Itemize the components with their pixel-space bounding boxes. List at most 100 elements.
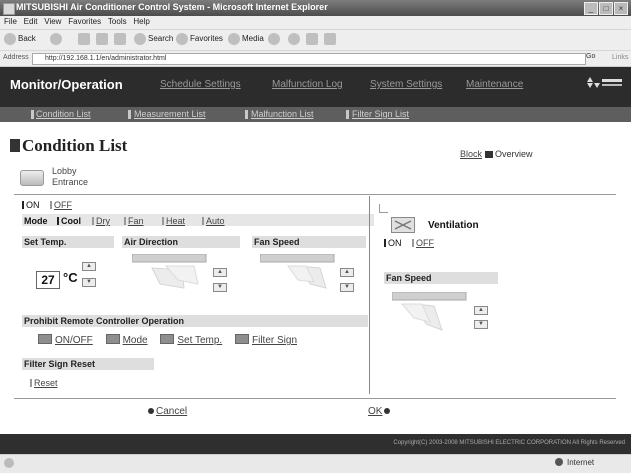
direction-up-button[interactable]: ▲ <box>213 268 227 277</box>
fan-up-button[interactable]: ▲ <box>340 268 354 277</box>
mode-cool[interactable]: Cool <box>57 216 81 226</box>
direction-down-button[interactable]: ▼ <box>213 283 227 292</box>
browser-toolbar: Back Search Favorites Media <box>0 30 631 51</box>
edit-button[interactable] <box>324 33 338 45</box>
block-view-link[interactable]: Block <box>460 149 482 159</box>
prohibit-filter-sign[interactable]: Filter Sign <box>234 334 297 346</box>
stop-button[interactable] <box>78 33 92 45</box>
subnav-filter-sign-list[interactable]: Filter Sign List <box>352 109 409 119</box>
address-bar: Address http://192.168.1.1/en/administra… <box>0 51 631 67</box>
on-marker <box>22 201 24 209</box>
app-title: Monitor/Operation <box>10 77 123 92</box>
maximize-icon[interactable]: □ <box>599 2 613 15</box>
temp-down-button[interactable]: ▼ <box>82 278 96 287</box>
search-icon <box>134 33 146 45</box>
subnav-marker <box>245 110 248 119</box>
menu-bar: File Edit View Favorites Tools Help <box>0 16 631 30</box>
window-controls: _ □ × <box>583 2 628 15</box>
footer-divider <box>14 398 616 399</box>
history-icon <box>268 33 280 45</box>
close-icon[interactable]: × <box>614 2 628 15</box>
nav-malfunction-log[interactable]: Malfunction Log <box>272 79 343 90</box>
subnav-measurement-list[interactable]: Measurement List <box>134 109 206 119</box>
filter-reset-button[interactable]: Reset <box>30 378 58 388</box>
prohibit-onoff[interactable]: ON/OFF <box>38 334 93 346</box>
divider <box>14 194 616 195</box>
mode-fan[interactable]: Fan <box>124 216 144 226</box>
menu-favorites[interactable]: Favorites <box>68 17 101 26</box>
prohibit-mode[interactable]: Mode <box>105 334 148 346</box>
subnav-malfunction-list[interactable]: Malfunction List <box>251 109 314 119</box>
checkbox-icon <box>160 334 175 344</box>
cancel-button[interactable]: Cancel <box>148 406 187 417</box>
temp-up-button[interactable]: ▲ <box>82 262 96 271</box>
media-button[interactable]: Media <box>228 33 264 45</box>
home-button[interactable] <box>114 33 128 45</box>
go-button[interactable]: Go <box>586 53 595 60</box>
address-label: Address <box>3 54 29 61</box>
mode-marker <box>202 217 204 225</box>
vent-fan-up-button[interactable]: ▲ <box>474 306 488 315</box>
back-arrow-icon <box>4 33 16 45</box>
print-button[interactable] <box>306 33 320 45</box>
window-titlebar: MITSUBISHI Air Conditioner Control Syste… <box>0 0 631 16</box>
mode-heat[interactable]: Heat <box>162 216 185 226</box>
address-input[interactable]: http://192.168.1.1/en/administrator.html <box>32 53 586 65</box>
mode-auto[interactable]: Auto <box>202 216 225 226</box>
menu-tools[interactable]: Tools <box>108 17 127 26</box>
sub-nav: Condition List Measurement List Malfunct… <box>0 107 631 122</box>
ok-button[interactable]: OK <box>368 406 392 417</box>
subnav-condition-list[interactable]: Condition List <box>36 109 91 119</box>
stop-icon <box>78 33 90 45</box>
overview-label: Overview <box>495 149 533 159</box>
nav-system-settings[interactable]: System Settings <box>370 79 442 90</box>
minimize-icon[interactable]: _ <box>584 2 598 15</box>
mitsubishi-logo-icon <box>584 74 624 96</box>
vent-on[interactable]: ON <box>388 238 402 248</box>
ie-icon <box>3 3 15 15</box>
nav-schedule-settings[interactable]: Schedule Settings <box>160 79 241 90</box>
unit-name-line1: Lobby <box>52 166 77 176</box>
vent-off[interactable]: OFF <box>416 238 434 248</box>
mail-button[interactable] <box>288 33 302 45</box>
prohibit-set-temp[interactable]: Set Temp. <box>160 334 222 346</box>
search-button[interactable]: Search <box>134 33 173 45</box>
menu-view[interactable]: View <box>44 17 61 26</box>
prohibit-options: ON/OFF Mode Set Temp. Filter Sign <box>38 334 297 346</box>
globe-icon <box>555 458 563 466</box>
mode-marker <box>162 217 164 225</box>
subnav-marker <box>31 110 34 119</box>
air-direction-header: Air Direction <box>122 236 240 248</box>
fan-down-button[interactable]: ▼ <box>340 283 354 292</box>
off-marker <box>412 239 415 247</box>
favorites-button[interactable]: Favorites <box>176 33 223 45</box>
refresh-icon <box>96 33 108 45</box>
ventilation-title: Ventilation <box>428 220 479 231</box>
mode-dry[interactable]: Dry <box>92 216 110 226</box>
star-icon <box>176 33 188 45</box>
nav-maintenance[interactable]: Maintenance <box>466 79 523 90</box>
set-temp-value: 27 <box>36 271 60 289</box>
vent-fan-speed-header: Fan Speed <box>384 272 498 284</box>
cancel-bullet-icon <box>148 408 154 414</box>
menu-help[interactable]: Help <box>133 17 149 26</box>
temp-unit: °C <box>63 270 78 285</box>
power-toggle: ON OFF <box>22 200 72 210</box>
power-on[interactable]: ON <box>26 200 40 210</box>
vent-fan-down-button[interactable]: ▼ <box>474 320 488 329</box>
home-icon <box>114 33 126 45</box>
history-button[interactable] <box>268 33 282 45</box>
refresh-button[interactable] <box>96 33 110 45</box>
unit-name-line2: Entrance <box>52 177 89 187</box>
ok-bullet-icon <box>384 408 391 414</box>
ventilation-divider <box>369 196 370 394</box>
power-off[interactable]: OFF <box>54 200 72 210</box>
menu-file[interactable]: File <box>4 17 17 26</box>
indoor-unit-icon <box>20 170 44 186</box>
menu-edit[interactable]: Edit <box>24 17 38 26</box>
forward-button[interactable] <box>50 33 64 45</box>
back-button[interactable]: Back <box>4 33 36 45</box>
print-icon <box>306 33 318 45</box>
checkbox-icon <box>38 334 52 344</box>
links-button[interactable]: Links <box>612 54 628 61</box>
